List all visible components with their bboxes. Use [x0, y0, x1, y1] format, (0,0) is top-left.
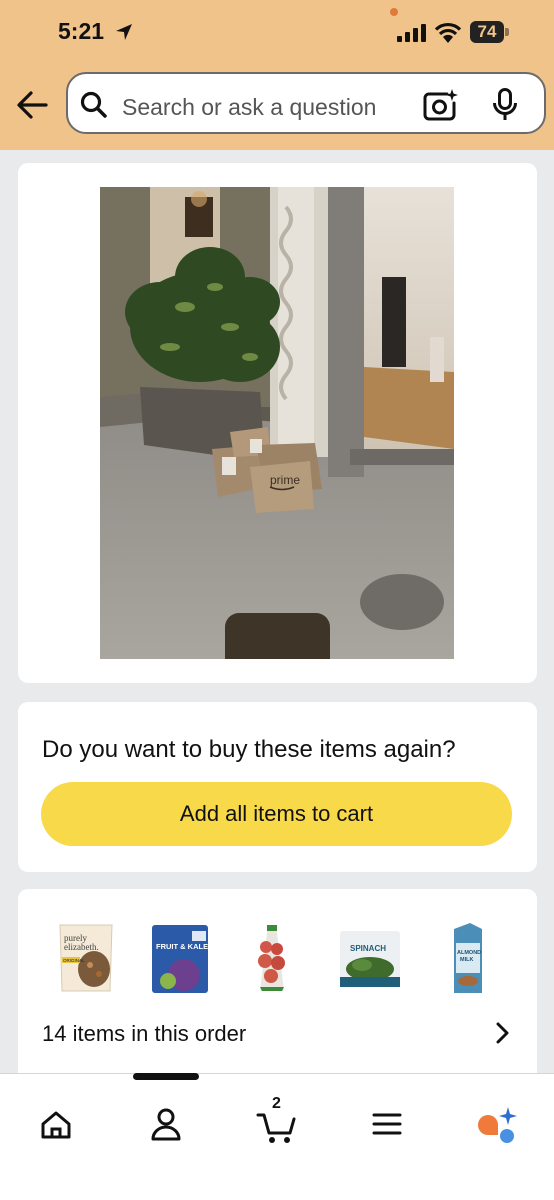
bottom-nav: 2: [0, 1073, 554, 1200]
battery-tip: [505, 28, 509, 36]
thumb-label: MILK: [460, 957, 473, 963]
rufus-assistant-icon[interactable]: [472, 1099, 522, 1149]
product-thumbnail[interactable]: ALMOND MILK: [436, 921, 500, 995]
search-icon: [80, 91, 107, 118]
thumb-label: ALMOND: [457, 950, 481, 956]
chevron-right-icon[interactable]: [492, 1021, 512, 1045]
camera-scan-icon[interactable]: [423, 88, 459, 122]
header: 5:21 74 Search or ask a question: [0, 0, 554, 150]
recording-dot: [390, 8, 398, 16]
buy-again-question: Do you want to buy these items again?: [42, 736, 456, 763]
product-thumbnail[interactable]: purely elizabeth. ORIGINAL: [54, 921, 118, 995]
cart-count-badge: 2: [272, 1095, 281, 1112]
battery-icon: 74: [470, 21, 510, 43]
thumb-label: ORIGINAL: [63, 958, 85, 963]
microphone-icon[interactable]: [492, 88, 518, 122]
cellular-signal-icon: [397, 24, 426, 42]
buy-again-card: Do you want to buy these items again? Ad…: [18, 702, 537, 872]
product-thumbnail[interactable]: SPINACH: [338, 921, 402, 995]
prime-bag-label: prime: [270, 473, 300, 487]
add-all-to-cart-button[interactable]: Add all items to cart: [41, 782, 512, 846]
order-items-card[interactable]: purely elizabeth. ORIGINAL FRUIT & KALE …: [18, 889, 537, 1089]
product-thumbnail[interactable]: [240, 921, 304, 995]
menu-icon[interactable]: [362, 1099, 412, 1149]
thumb-label: FRUIT & KALE: [156, 942, 208, 951]
items-count[interactable]: 14 items in this order: [42, 1021, 246, 1047]
cart-button[interactable]: 2: [252, 1095, 302, 1149]
delivery-photo-image: prime: [100, 187, 454, 659]
wifi-icon: [434, 22, 462, 43]
scroll-handle[interactable]: [133, 1073, 199, 1080]
battery-level: 74: [470, 21, 504, 43]
delivery-photo-card: prime: [18, 163, 537, 683]
location-arrow-icon: [116, 24, 132, 40]
thumb-label: elizabeth.: [64, 942, 99, 952]
search-input[interactable]: Search or ask a question: [122, 94, 376, 121]
thumb-label: SPINACH: [350, 944, 386, 953]
account-icon[interactable]: [141, 1099, 191, 1149]
status-time: 5:21: [58, 18, 105, 44]
back-arrow-icon[interactable]: [14, 86, 54, 124]
product-thumbnail[interactable]: FRUIT & KALE: [148, 921, 212, 995]
delivery-photo[interactable]: prime: [100, 187, 454, 659]
home-icon[interactable]: [31, 1099, 81, 1149]
search-bar[interactable]: Search or ask a question: [66, 72, 546, 134]
status-bar: 5:21 74: [0, 0, 554, 66]
